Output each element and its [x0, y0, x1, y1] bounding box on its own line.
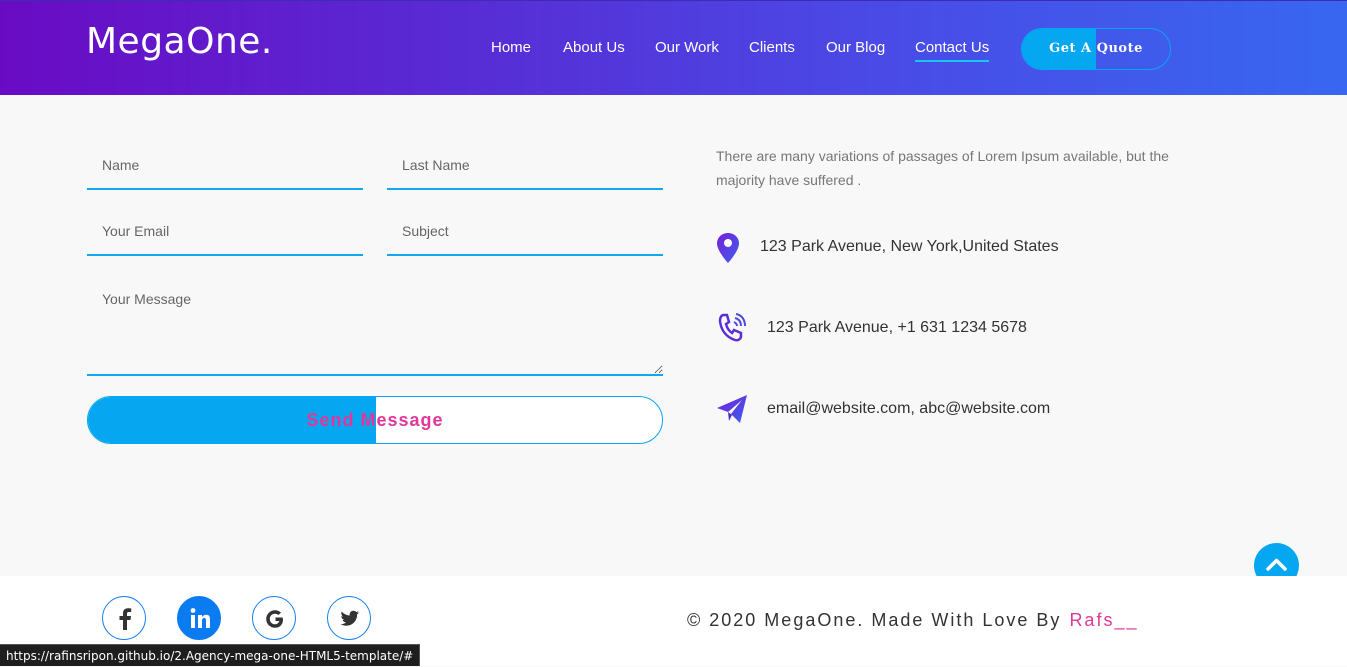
send-button-label: Send Message — [306, 410, 444, 430]
site-header: MegaOne. Home About Us Our Work Clients … — [0, 0, 1347, 95]
email-field — [87, 208, 363, 256]
google-button[interactable] — [252, 596, 296, 640]
phone-icon — [718, 313, 746, 342]
nav-home[interactable]: Home — [491, 39, 531, 56]
send-message-button[interactable]: Send Message — [87, 396, 663, 444]
facebook-button[interactable] — [102, 596, 146, 640]
address-text: 123 Park Avenue, New York,United States — [760, 238, 1059, 255]
author-link[interactable]: Rafs__ — [1069, 610, 1138, 630]
nav-our-blog[interactable]: Our Blog — [826, 39, 885, 56]
contact-intro: There are many variations of passages of… — [716, 148, 1169, 188]
message-textarea[interactable] — [87, 276, 663, 374]
subject-input[interactable] — [387, 208, 663, 254]
status-bar-url: https://rafinsripon.github.io/2.Agency-m… — [0, 644, 421, 666]
copyright: © 2020 MegaOne. Made With Love By Rafs__ — [687, 610, 1138, 631]
name-input[interactable] — [87, 142, 363, 188]
nav-our-work[interactable]: Our Work — [655, 39, 719, 56]
facebook-icon — [119, 608, 132, 630]
linkedin-button[interactable] — [177, 596, 221, 640]
quote-button-label: Get A Quote — [1049, 41, 1143, 56]
email-input[interactable] — [87, 208, 363, 254]
nav-contact-us[interactable]: Contact Us — [915, 39, 990, 62]
copyright-text: © 2020 MegaOne. Made With Love By — [687, 610, 1062, 630]
subject-field — [387, 208, 663, 256]
twitter-icon — [340, 610, 359, 626]
twitter-button[interactable] — [327, 596, 371, 640]
last-name-field — [387, 142, 663, 190]
name-field — [87, 142, 363, 190]
paper-plane-icon — [717, 395, 747, 423]
email-text: email@website.com, abc@website.com — [767, 400, 1051, 417]
logo[interactable]: MegaOne. — [86, 21, 273, 62]
google-icon — [266, 610, 283, 628]
message-field — [87, 276, 663, 376]
map-pin-icon — [717, 233, 739, 263]
phone-text: 123 Park Avenue, +1 631 1234 5678 — [767, 319, 1027, 336]
last-name-input[interactable] — [387, 142, 663, 188]
linkedin-icon — [190, 608, 210, 628]
nav-about-us[interactable]: About Us — [563, 39, 625, 56]
get-a-quote-button[interactable]: Get A Quote — [1021, 28, 1171, 70]
nav-clients[interactable]: Clients — [749, 39, 795, 56]
